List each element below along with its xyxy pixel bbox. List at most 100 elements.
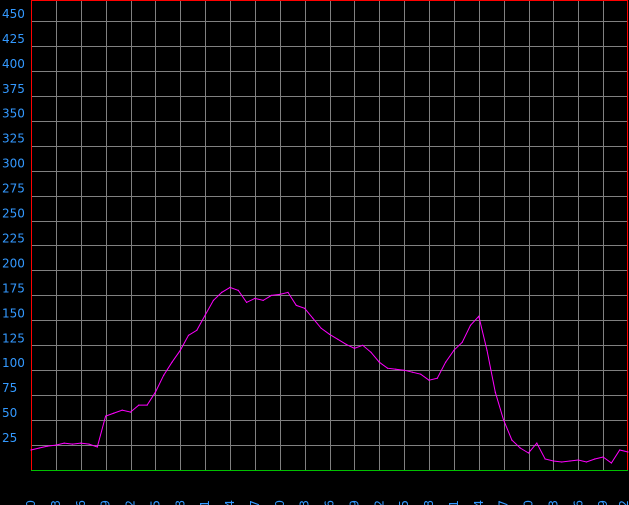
- data-point: [279, 293, 281, 295]
- data-point: [486, 349, 488, 351]
- y-tick-label: 175: [2, 281, 25, 295]
- x-tick-label: 66: [571, 500, 585, 505]
- data-point: [627, 451, 629, 453]
- data-point: [386, 367, 389, 369]
- grid: [0, 0, 629, 505]
- data-point: [113, 412, 115, 414]
- data-point: [295, 304, 297, 306]
- data-point: [38, 447, 40, 449]
- y-tick-label: 450: [2, 7, 25, 21]
- x-tick-label: 24: [223, 500, 237, 505]
- data-point: [445, 361, 447, 363]
- data-point: [461, 341, 463, 343]
- data-point: [88, 443, 90, 445]
- x-tick-label: 69: [596, 500, 610, 505]
- data-point: [519, 447, 521, 449]
- data-point: [428, 379, 430, 381]
- data-point: [585, 461, 588, 463]
- x-tick-label: 33: [298, 500, 312, 505]
- data-point: [503, 419, 505, 421]
- data-point: [246, 301, 248, 303]
- data-point: [71, 443, 74, 445]
- data-point: [254, 297, 256, 299]
- data-point: [395, 368, 397, 370]
- chart-background: [0, 0, 629, 505]
- x-tick-label: 63: [546, 500, 560, 505]
- x-tick-label: 3: [49, 500, 63, 505]
- data-point: [436, 377, 438, 379]
- data-point: [577, 459, 579, 461]
- data-point: [138, 404, 140, 406]
- data-point: [619, 449, 621, 451]
- data-point: [204, 314, 206, 316]
- data-point: [55, 444, 57, 446]
- data-point: [163, 374, 165, 376]
- data-point: [602, 456, 604, 458]
- data-point: [262, 299, 264, 301]
- data-point: [121, 409, 123, 411]
- data-point: [453, 349, 455, 351]
- y-tick-label: 275: [2, 182, 25, 196]
- data-point: [221, 291, 223, 293]
- data-point: [552, 460, 555, 462]
- data-point: [569, 460, 571, 462]
- data-point: [237, 289, 239, 291]
- x-tick-label: 27: [248, 500, 262, 505]
- x-tick-label: 42: [372, 500, 386, 505]
- y-tick-label: 250: [2, 207, 25, 221]
- data-point: [47, 445, 49, 447]
- chart-canvas: 2550751001251501752002252502753003253503…: [0, 0, 629, 505]
- data-point: [171, 361, 173, 363]
- y-tick-label: 400: [2, 57, 25, 71]
- y-tick-label: 200: [2, 256, 25, 270]
- x-tick-label: 9: [99, 500, 113, 505]
- data-point: [270, 294, 273, 296]
- data-point: [80, 442, 82, 444]
- data-point: [304, 307, 306, 309]
- y-tick-label: 300: [2, 157, 25, 171]
- data-point: [494, 391, 496, 393]
- y-tick-label: 325: [2, 132, 25, 146]
- data-point: [320, 327, 322, 329]
- y-tick-label: 425: [2, 32, 25, 46]
- data-point: [337, 338, 339, 340]
- data-point: [96, 446, 98, 448]
- data-point: [420, 373, 422, 375]
- data-point: [378, 361, 380, 363]
- x-tick-label: 54: [472, 500, 486, 505]
- y-tick-label: 75: [2, 381, 17, 395]
- x-tick-label: 0: [24, 500, 38, 505]
- y-tick-label: 50: [2, 406, 17, 420]
- data-point: [179, 349, 181, 351]
- line-chart: 25 50 75 100 125 150 175 200 225 250 275 300 325 350 3…: [0, 0, 629, 505]
- data-point: [511, 439, 513, 441]
- data-point: [187, 334, 190, 336]
- x-tick-label: 51: [447, 500, 461, 505]
- x-tick-label: 72: [617, 500, 629, 505]
- data-point: [362, 344, 364, 346]
- data-point: [403, 369, 405, 371]
- data-point: [328, 333, 331, 335]
- data-point: [561, 461, 563, 463]
- data-point: [594, 458, 596, 460]
- data-point: [129, 411, 132, 413]
- x-tick-label: 48: [422, 500, 436, 505]
- y-tick-label: 25: [2, 431, 17, 445]
- data-point: [30, 449, 32, 451]
- data-point: [411, 371, 413, 373]
- data-point: [345, 343, 347, 345]
- x-tick-label: 30: [273, 500, 287, 505]
- data-point: [536, 442, 538, 444]
- y-tick-label: 225: [2, 232, 25, 246]
- data-point: [478, 315, 480, 317]
- y-tick-label: 100: [2, 356, 25, 370]
- data-point: [544, 458, 546, 460]
- x-tick-label: 45: [397, 500, 411, 505]
- x-tick-label: 6: [74, 500, 88, 505]
- data-point: [287, 291, 289, 293]
- data-point: [312, 317, 314, 319]
- data-point: [63, 442, 65, 444]
- y-tick-label: 350: [2, 107, 25, 121]
- data-point: [527, 452, 530, 454]
- data-point: [610, 462, 613, 464]
